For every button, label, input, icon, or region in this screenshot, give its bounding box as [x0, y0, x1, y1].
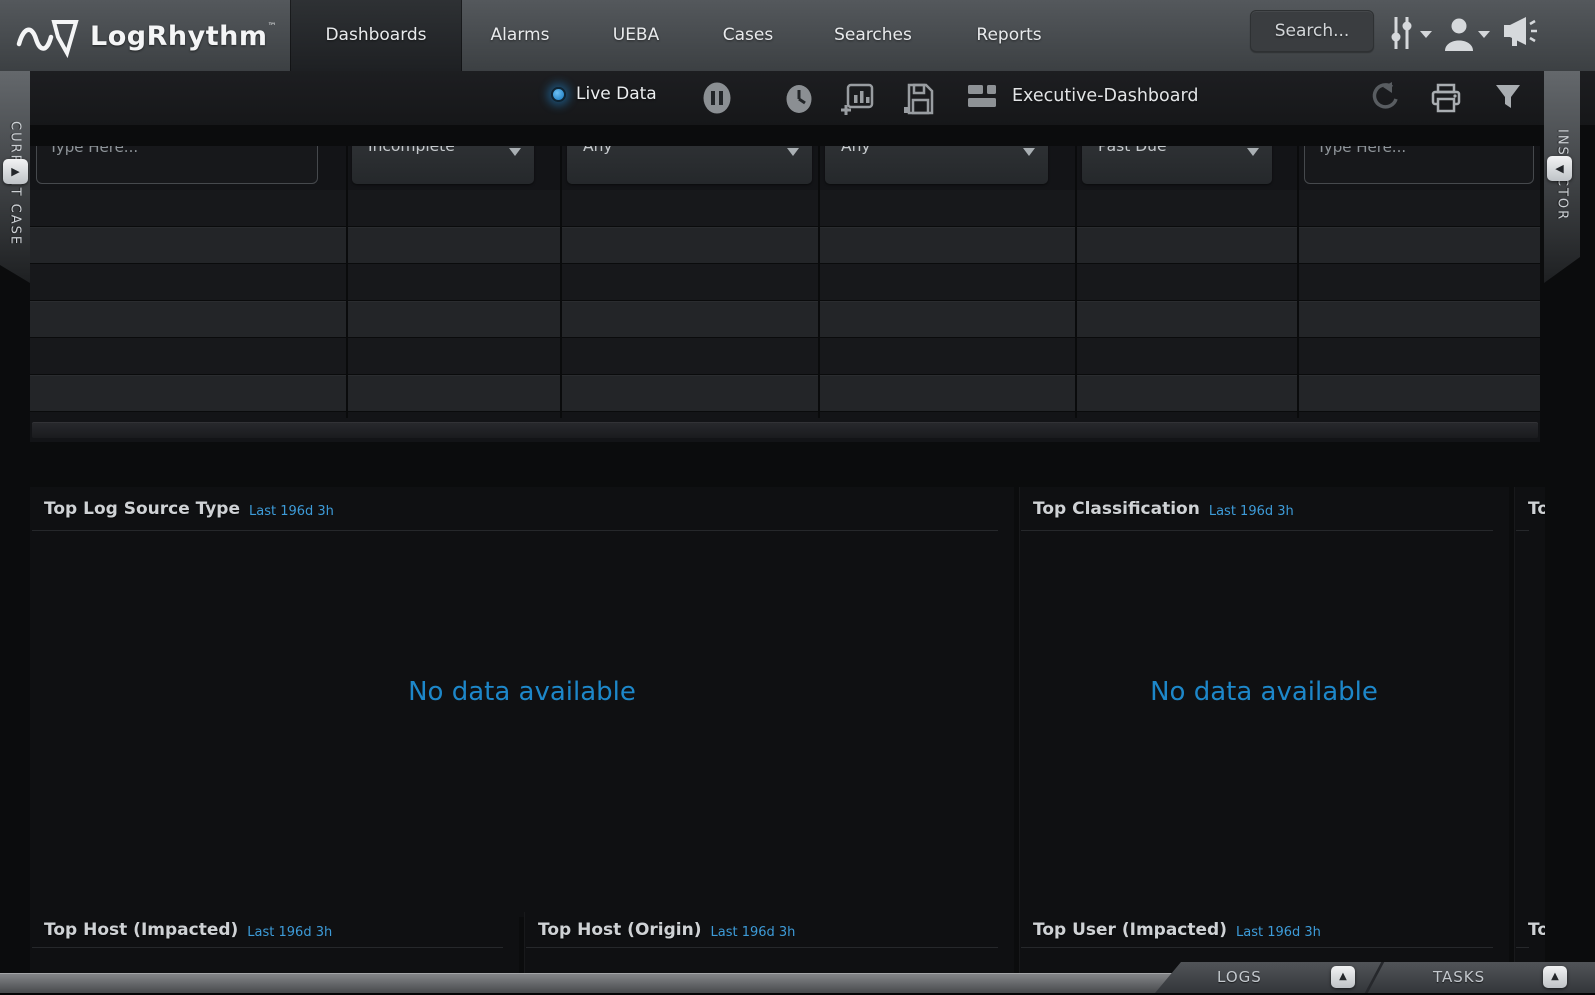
- user-account-icon[interactable]: [1442, 16, 1476, 52]
- cases-grid-panel: Incomplete Any Any Past Due: [30, 146, 1540, 442]
- table-row[interactable]: [30, 227, 1540, 264]
- logo-trademark: ™: [267, 22, 276, 32]
- dashboard-layout-icon: [966, 82, 998, 110]
- widget-top-host-origin: Top Host (Origin) Last 196d 3h: [524, 912, 1014, 973]
- top-navbar: LogRhythm ™ Dashboards Alarms UEBA Cases…: [0, 0, 1595, 71]
- widget-title: Top Host (Origin): [538, 920, 701, 940]
- widget-partial-right: Top: [1514, 487, 1545, 917]
- widget-title: Top: [1528, 920, 1545, 940]
- select-arrow-icon: [509, 148, 521, 156]
- widget-title: Top Log Source Type: [44, 499, 240, 519]
- logs-expand-button[interactable]: ▲: [1331, 966, 1355, 988]
- live-data-dot-icon: [551, 87, 566, 102]
- widgets-area: Top Log Source Type Last 196d 3h No data…: [30, 460, 1545, 973]
- owner-filter-select[interactable]: Any: [825, 146, 1048, 184]
- widget-time-range[interactable]: Last 196d 3h: [249, 504, 334, 519]
- logrhythm-dashboard-screen: LogRhythm ™ Dashboards Alarms UEBA Cases…: [0, 0, 1595, 995]
- tab-dashboards[interactable]: Dashboards: [290, 0, 462, 71]
- table-row[interactable]: [30, 301, 1540, 338]
- dock-divider: [1365, 962, 1384, 993]
- grid-horizontal-scrollbar[interactable]: [32, 422, 1538, 438]
- widget-time-range[interactable]: Last 196d 3h: [247, 925, 332, 940]
- widget-title: Top User (Impacted): [1033, 920, 1227, 940]
- dashboard-name[interactable]: Executive-Dashboard: [1012, 86, 1198, 106]
- search-button[interactable]: Search...: [1250, 10, 1374, 52]
- widget-title: Top Classification: [1033, 499, 1200, 519]
- live-data-toggle[interactable]: Live Data: [551, 84, 657, 104]
- table-row[interactable]: [30, 375, 1540, 412]
- widget-time-range[interactable]: Last 196d 3h: [1236, 925, 1321, 940]
- no-data-message: No data available: [1019, 677, 1509, 707]
- logs-tasks-dock: LOGS ▲ TASKS ▲: [1155, 962, 1595, 993]
- page-horizontal-scrollbar-thumb[interactable]: [0, 973, 1172, 993]
- priority-filter-select[interactable]: Any: [567, 146, 812, 184]
- preferences-sliders-icon[interactable]: [1388, 14, 1416, 52]
- widget-top-log-source-type: Top Log Source Type Last 196d 3h No data…: [30, 487, 1014, 917]
- tab-searches[interactable]: Searches: [802, 0, 944, 71]
- widget-title: Top: [1528, 499, 1545, 519]
- no-data-message: No data available: [30, 677, 1014, 707]
- tab-cases[interactable]: Cases: [694, 0, 802, 71]
- tab-alarms[interactable]: Alarms: [462, 0, 578, 71]
- text-filter-input[interactable]: [36, 146, 318, 184]
- preferences-caret-icon[interactable]: [1420, 31, 1432, 38]
- tasks-expand-button[interactable]: ▲: [1543, 966, 1567, 988]
- tab-reports[interactable]: Reports: [944, 0, 1074, 71]
- widget-time-range[interactable]: Last 196d 3h: [1209, 504, 1294, 519]
- table-row[interactable]: [30, 264, 1540, 301]
- widget-time-range[interactable]: Last 196d 3h: [710, 925, 795, 940]
- column-divider: [1075, 146, 1077, 418]
- dashboard-toolbar: Live Data: [0, 71, 1595, 125]
- text-filter-input[interactable]: [1304, 146, 1534, 184]
- select-arrow-icon: [1247, 148, 1259, 156]
- column-divider: [560, 146, 562, 418]
- column-divider: [818, 146, 820, 418]
- undo-icon[interactable]: [1370, 82, 1400, 112]
- grid-rows: [30, 190, 1540, 412]
- logo-text: LogRhythm: [90, 21, 267, 52]
- logs-tab-label[interactable]: LOGS: [1217, 962, 1262, 993]
- user-caret-icon[interactable]: [1478, 31, 1490, 38]
- widget-top-classification: Top Classification Last 196d 3h No data …: [1019, 487, 1509, 917]
- time-range-clock-icon[interactable]: [784, 83, 814, 115]
- grid-filter-row: Incomplete Any Any Past Due: [30, 146, 1540, 190]
- due-filter-select[interactable]: Past Due: [1082, 146, 1272, 184]
- live-data-label: Live Data: [576, 84, 657, 104]
- widget-top-host-impacted: Top Host (Impacted) Last 196d 3h: [30, 912, 519, 973]
- pause-icon[interactable]: [700, 80, 734, 116]
- widget-title: Top Host (Impacted): [44, 920, 238, 940]
- filter-funnel-icon[interactable]: [1494, 83, 1522, 111]
- logrhythm-logo[interactable]: LogRhythm ™: [16, 12, 276, 60]
- select-arrow-icon: [1023, 148, 1035, 156]
- tasks-tab-label[interactable]: TASKS: [1433, 962, 1485, 993]
- print-icon[interactable]: [1430, 83, 1462, 113]
- inspector-collapse-button[interactable]: ◀: [1547, 156, 1572, 181]
- column-divider: [1297, 146, 1299, 418]
- select-arrow-icon: [787, 148, 799, 156]
- current-case-expand-button[interactable]: ▶: [3, 159, 28, 184]
- add-widget-icon[interactable]: [840, 83, 874, 115]
- table-row[interactable]: [30, 338, 1540, 375]
- column-divider: [346, 146, 348, 418]
- announcements-megaphone-icon[interactable]: [1500, 15, 1538, 49]
- status-filter-select[interactable]: Incomplete: [352, 146, 534, 184]
- table-row[interactable]: [30, 190, 1540, 227]
- save-icon[interactable]: [902, 83, 934, 115]
- tab-ueba[interactable]: UEBA: [578, 0, 694, 71]
- logrhythm-wave-icon: [16, 13, 82, 59]
